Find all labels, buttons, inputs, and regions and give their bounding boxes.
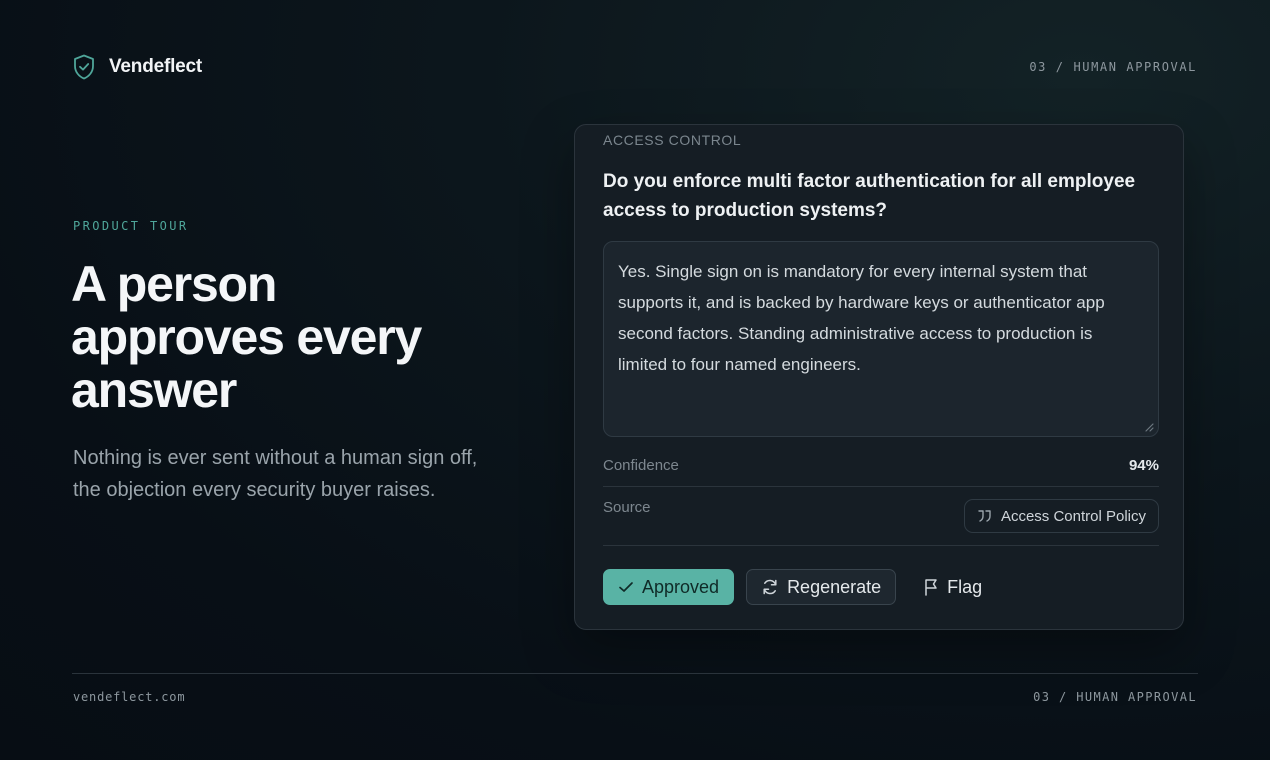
source-label: Source (603, 499, 651, 516)
quote-icon (978, 510, 991, 522)
approved-button[interactable]: Approved (603, 569, 735, 605)
confidence-label: Confidence (603, 456, 679, 474)
action-bar: Approved Regenerate Flag (603, 569, 997, 605)
flag-button-label: Flag (947, 576, 983, 597)
regenerate-button-label: Regenerate (787, 576, 882, 597)
section-eyebrow: PRODUCT TOUR (73, 219, 189, 233)
confidence-row: Confidence 94% (603, 453, 1159, 477)
approved-button-label: Approved (642, 576, 720, 597)
brand[interactable]: Vendeflect (73, 54, 202, 80)
flag-icon (925, 579, 937, 596)
footer-step-indicator: 03 / HUMAN APPROVAL (1033, 690, 1197, 704)
source-chip[interactable]: Access Control Policy (963, 499, 1159, 533)
answer-text: Yes. Single sign on is mandatory for eve… (618, 262, 1105, 374)
flag-button[interactable]: Flag (908, 569, 997, 605)
divider (603, 486, 1159, 487)
question-category: ACCESS CONTROL (603, 132, 742, 148)
header-step-indicator: 03 / HUMAN APPROVAL (1029, 60, 1197, 74)
answer-review-card: ACCESS CONTROL Do you enforce multi fact… (574, 124, 1184, 630)
page-subtext: Nothing is ever sent without a human sig… (73, 447, 478, 501)
footer-divider (72, 673, 1198, 674)
divider (603, 545, 1159, 546)
refresh-icon (763, 579, 777, 595)
check-icon (619, 582, 633, 592)
source-chip-label: Access Control Policy (1000, 507, 1146, 525)
footer-website-link[interactable]: vendeflect.com (73, 690, 185, 704)
answer-textarea[interactable]: Yes. Single sign on is mandatory for eve… (603, 241, 1159, 437)
question-text: Do you enforce multi factor authenticati… (603, 171, 1136, 221)
shield-check-icon (74, 54, 94, 80)
source-row: Source Access Control Policy (603, 497, 1159, 535)
page-headline: A person approves every answer (71, 256, 422, 418)
confidence-value: 94% (1128, 456, 1159, 474)
brand-name: Vendeflect (109, 56, 203, 77)
regenerate-button[interactable]: Regenerate (746, 569, 897, 605)
resize-handle-icon[interactable] (1144, 422, 1154, 432)
